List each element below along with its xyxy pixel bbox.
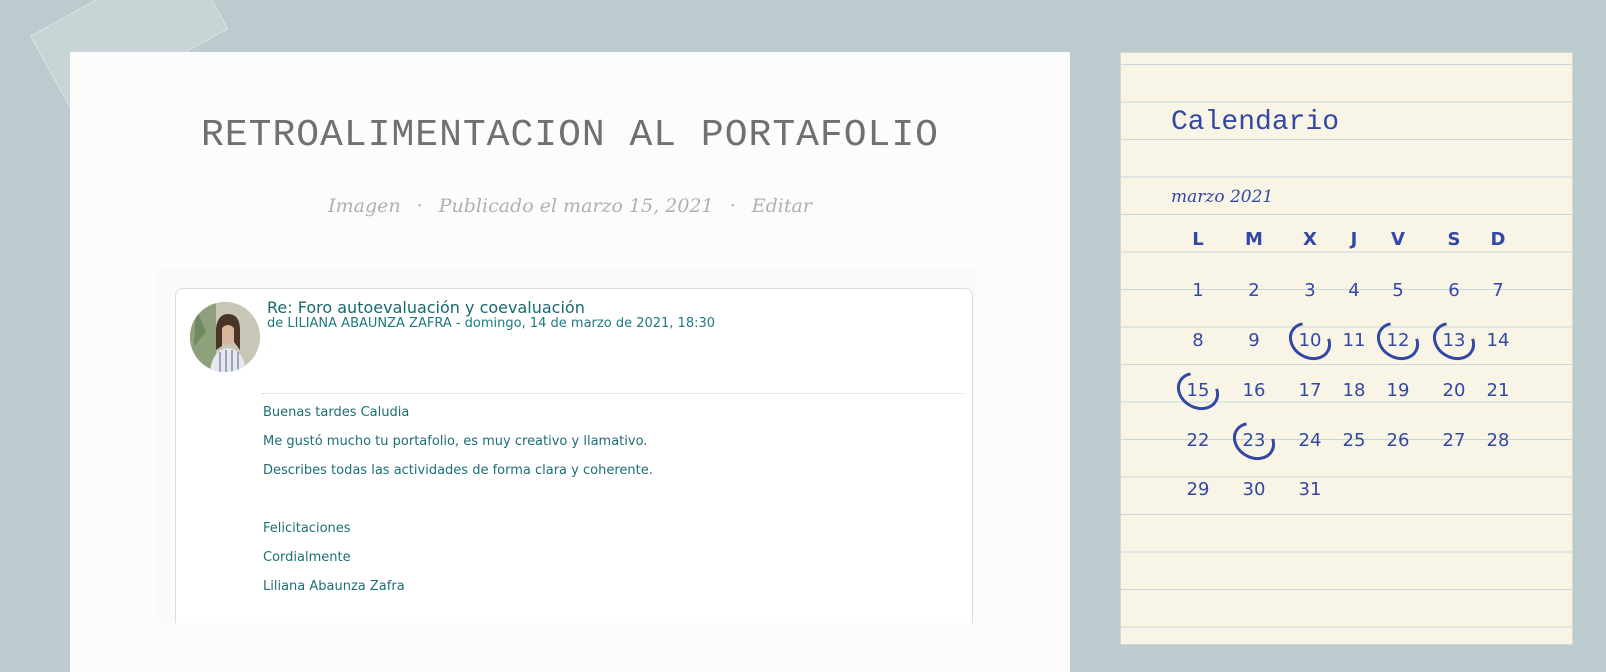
calendar-day: 30	[1242, 479, 1266, 500]
calendar-day: 25	[1342, 430, 1366, 451]
calendar-day: 1	[1192, 280, 1204, 301]
calendar-day: 19	[1386, 380, 1410, 401]
calendar-day: 4	[1348, 280, 1360, 301]
post-meta: Imagen · Publicado el marzo 15, 2021 · E…	[70, 195, 1070, 217]
body-line: Me gustó mucho tu portafolio, es muy cre…	[263, 434, 648, 449]
forum-post-body: Buenas tardes Caludia Me gustó mucho tu …	[263, 404, 653, 607]
calendar-day: 31	[1298, 479, 1322, 500]
weekday-header: V	[1391, 229, 1405, 250]
weekday-header: X	[1303, 229, 1317, 250]
post-format-link[interactable]: Imagen	[328, 195, 401, 217]
weekday-header: D	[1490, 229, 1506, 250]
meta-separator: ·	[729, 195, 736, 217]
calendar-day-link[interactable]: 10	[1290, 329, 1330, 353]
weekday-header: L	[1192, 229, 1204, 250]
body-line	[263, 491, 653, 520]
edit-post-link[interactable]: Editar	[752, 195, 812, 217]
calendar-day: 18	[1342, 380, 1366, 401]
forum-divider	[262, 393, 964, 394]
forum-post-card: Re: Foro autoevaluación y coevaluación d…	[175, 288, 973, 623]
weekday-header: S	[1447, 229, 1461, 250]
weekday-header: J	[1350, 229, 1358, 250]
body-line: Cordialmente	[263, 550, 351, 565]
author-avatar	[190, 302, 260, 372]
body-line: Felicitaciones	[263, 521, 351, 536]
forum-post-subject: Re: Foro autoevaluación y coevaluación	[267, 298, 585, 317]
calendar-day: 22	[1186, 430, 1210, 451]
body-line: Buenas tardes Caludia	[263, 405, 410, 420]
meta-separator: ·	[416, 195, 423, 217]
calendar-day: 16	[1242, 380, 1266, 401]
calendar-day-link[interactable]: 13	[1434, 329, 1474, 353]
calendar-day: 11	[1342, 330, 1366, 351]
post-title[interactable]: RETROALIMENTACION AL PORTAFOLIO	[70, 114, 1070, 157]
calendar-day: 6	[1448, 280, 1460, 301]
calendar-day: 7	[1492, 280, 1504, 301]
calendar-day: 28	[1486, 430, 1510, 451]
calendar-day: 29	[1186, 479, 1210, 500]
sidebar-calendar-widget: Calendario marzo 2021 L M X J V S D 1 2 3 4 5 6 7 8 9 10…	[1120, 52, 1573, 645]
post-image: Re: Foro autoevaluación y coevaluación d…	[157, 268, 982, 623]
calendar-day: 21	[1486, 380, 1510, 401]
calendar-day: 26	[1386, 430, 1410, 451]
calendar-day-link[interactable]: 23	[1234, 429, 1274, 453]
calendar-day: 14	[1486, 330, 1510, 351]
calendar-day: 9	[1248, 330, 1260, 351]
calendar-day-link[interactable]: 12	[1378, 329, 1418, 353]
forum-post-author: de LILIANA ABAUNZA ZAFRA - domingo, 14 d…	[267, 316, 716, 331]
calendar-day: 2	[1248, 280, 1260, 301]
weekday-header: M	[1245, 229, 1263, 250]
calendar-day-link[interactable]: 15	[1178, 379, 1218, 403]
calendar-day: 27	[1442, 430, 1466, 451]
calendar-grid: L M X J V S D 1 2 3 4 5 6 7 8 9 10 11 12 13 14 15 16 17 18 19 20 21…	[1121, 53, 1572, 644]
calendar-day: 5	[1392, 280, 1404, 301]
calendar-day: 8	[1192, 330, 1204, 351]
calendar-day: 3	[1304, 280, 1316, 301]
post-article: RETROALIMENTACION AL PORTAFOLIO Imagen ·…	[70, 52, 1070, 672]
calendar-day: 17	[1298, 380, 1322, 401]
post-date-link[interactable]: Publicado el marzo 15, 2021	[439, 195, 714, 217]
body-line: Liliana Abaunza Zafra	[263, 579, 405, 594]
person-avatar-icon	[190, 302, 260, 372]
calendar-day: 20	[1442, 380, 1466, 401]
calendar-day: 24	[1298, 430, 1322, 451]
body-line: Describes todas las actividades de forma…	[263, 463, 653, 478]
